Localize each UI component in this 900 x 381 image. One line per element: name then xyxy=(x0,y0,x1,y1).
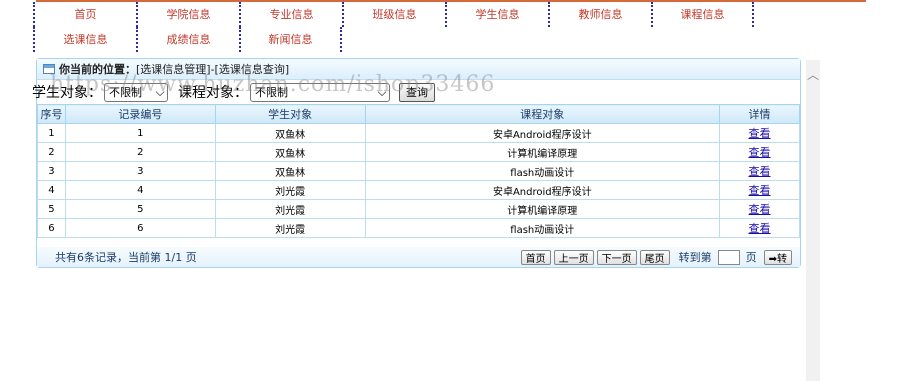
chevron-down-icon: ⌵ xyxy=(377,84,387,99)
last-page-button[interactable]: 尾页 xyxy=(639,249,670,265)
view-link[interactable]: 查看 xyxy=(749,184,771,197)
go-button[interactable]: ➡转 xyxy=(763,249,792,265)
first-page-button[interactable]: 首页 xyxy=(520,249,551,265)
table-header-row: 序号 记录编号 学生对象 课程对象 详情 xyxy=(37,104,800,124)
cell-student: 刘光霞 xyxy=(214,218,366,238)
prev-page-button[interactable]: 上一页 xyxy=(553,249,594,265)
cell-index: 5 xyxy=(37,199,66,219)
chevron-down-icon: ⌵ xyxy=(155,84,165,99)
student-filter-value: 不限制 xyxy=(109,86,142,99)
main-nav: 首页 学院信息 专业信息 班级信息 学生信息 教师信息 课程信息 选课信息 成绩… xyxy=(33,2,754,52)
course-selection-table: 序号 记录编号 学生对象 课程对象 详情 1 1 双鱼林 安卓Android程序… xyxy=(37,104,800,238)
cell-student: 刘光霞 xyxy=(214,180,366,200)
page-number-input[interactable] xyxy=(717,249,740,265)
breadcrumb-path: [选课信息管理]-[选课信息查询] xyxy=(136,63,290,76)
course-filter-value: 不限制 xyxy=(255,86,288,99)
cell-index: 4 xyxy=(37,180,66,200)
cell-index: 1 xyxy=(37,123,66,143)
cell-detail: 查看 xyxy=(719,199,800,219)
window-icon xyxy=(43,64,55,74)
header-course: 课程对象 xyxy=(364,104,721,124)
nav-teacher-info[interactable]: 教师信息 xyxy=(548,2,651,27)
vertical-scrollbar[interactable]: ︿ xyxy=(806,60,820,381)
cell-course: 安卓Android程序设计 xyxy=(364,180,721,200)
next-page-button[interactable]: 下一页 xyxy=(596,249,637,265)
nav-course-selection-info[interactable]: 选课信息 xyxy=(33,27,136,52)
view-link[interactable]: 查看 xyxy=(749,146,771,159)
course-filter-label: 课程对象： xyxy=(178,85,248,101)
table-row: 5 5 刘光霞 计算机编译原理 查看 xyxy=(37,199,800,219)
cell-student: 刘光霞 xyxy=(214,199,366,219)
cell-course: 计算机编译原理 xyxy=(364,142,721,162)
pagination-bar: 共有6条记录，当前第 1/1 页 首页 上一页 下一页 尾页 转到第 页 ➡转 xyxy=(37,247,800,267)
cell-record-id: 6 xyxy=(64,218,216,238)
view-link[interactable]: 查看 xyxy=(749,165,771,178)
cell-record-id: 3 xyxy=(64,161,216,181)
nav-class-info[interactable]: 班级信息 xyxy=(342,2,445,27)
scroll-up-arrow-icon[interactable]: ︿ xyxy=(807,66,819,83)
course-filter-select[interactable]: 不限制 ⌵ xyxy=(250,82,390,102)
filter-bar: 学生对象： 不限制 ⌵ 课程对象： 不限制 ⌵ 查询 xyxy=(32,82,435,102)
nav-student-info[interactable]: 学生信息 xyxy=(445,2,548,27)
header-student: 学生对象 xyxy=(214,104,366,124)
cell-course: flash动画设计 xyxy=(364,161,721,181)
cell-detail: 查看 xyxy=(719,180,800,200)
header-index: 序号 xyxy=(37,104,66,124)
cell-course: 计算机编译原理 xyxy=(364,199,721,219)
cell-record-id: 5 xyxy=(64,199,216,219)
nav-course-info[interactable]: 课程信息 xyxy=(651,2,754,27)
cell-student: 双鱼林 xyxy=(214,123,366,143)
header-record-id: 记录编号 xyxy=(64,104,216,124)
cell-record-id: 2 xyxy=(64,142,216,162)
student-filter-label: 学生对象： xyxy=(32,85,102,101)
nav-home[interactable]: 首页 xyxy=(33,2,136,27)
nav-college-info[interactable]: 学院信息 xyxy=(136,2,239,27)
view-link[interactable]: 查看 xyxy=(749,203,771,216)
cell-student: 双鱼林 xyxy=(214,142,366,162)
pager: 首页 上一页 下一页 尾页 转到第 页 ➡转 xyxy=(520,249,792,265)
cell-record-id: 4 xyxy=(64,180,216,200)
view-link[interactable]: 查看 xyxy=(749,222,771,235)
goto-label: 转到第 xyxy=(678,251,712,264)
cell-student: 双鱼林 xyxy=(214,161,366,181)
table-row: 2 2 双鱼林 计算机编译原理 查看 xyxy=(37,142,800,162)
nav-major-info[interactable]: 专业信息 xyxy=(239,2,342,27)
cell-record-id: 1 xyxy=(64,123,216,143)
header-detail: 详情 xyxy=(719,104,800,124)
nav-news-info[interactable]: 新闻信息 xyxy=(239,27,342,52)
cell-course: flash动画设计 xyxy=(364,218,721,238)
cell-detail: 查看 xyxy=(719,161,800,181)
nav-row-1: 首页 学院信息 专业信息 班级信息 学生信息 教师信息 课程信息 xyxy=(33,2,754,27)
page-unit-label: 页 xyxy=(745,251,757,264)
student-filter-select[interactable]: 不限制 ⌵ xyxy=(104,82,168,102)
table-row: 1 1 双鱼林 安卓Android程序设计 查看 xyxy=(37,123,800,143)
table-row: 4 4 刘光霞 安卓Android程序设计 查看 xyxy=(37,180,800,200)
query-button[interactable]: 查询 xyxy=(399,82,435,102)
record-summary: 共有6条记录，当前第 1/1 页 xyxy=(55,251,197,264)
cell-detail: 查看 xyxy=(719,218,800,238)
cell-detail: 查看 xyxy=(719,123,800,143)
table-row: 6 6 刘光霞 flash动画设计 查看 xyxy=(37,218,800,238)
cell-course: 安卓Android程序设计 xyxy=(364,123,721,143)
nav-row-2: 选课信息 成绩信息 新闻信息 xyxy=(33,27,754,52)
cell-index: 2 xyxy=(37,142,66,162)
breadcrumb-prefix: 你当前的位置： xyxy=(59,63,136,76)
breadcrumb: 你当前的位置： [选课信息管理]-[选课信息查询] xyxy=(37,59,800,80)
cell-index: 6 xyxy=(37,218,66,238)
table-row: 3 3 双鱼林 flash动画设计 查看 xyxy=(37,161,800,181)
view-link[interactable]: 查看 xyxy=(749,127,771,140)
cell-index: 3 xyxy=(37,161,66,181)
cell-detail: 查看 xyxy=(719,142,800,162)
nav-score-info[interactable]: 成绩信息 xyxy=(136,27,239,52)
